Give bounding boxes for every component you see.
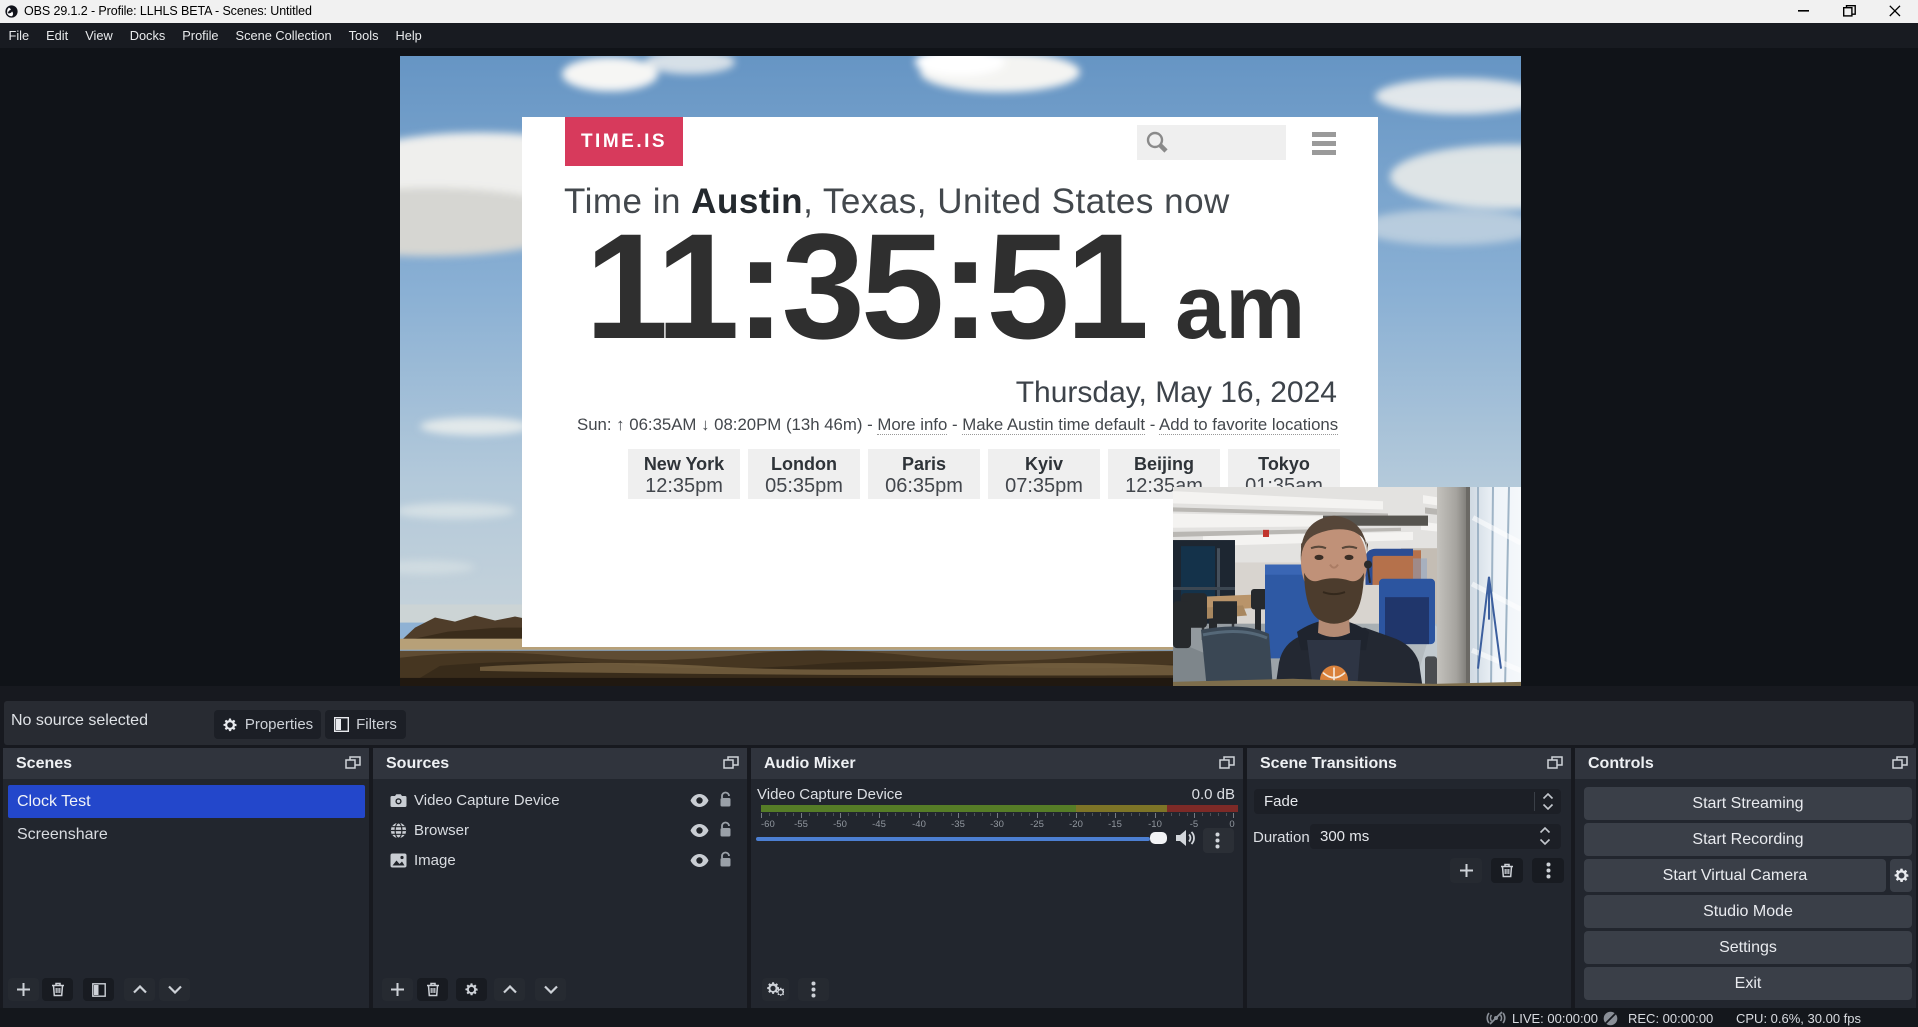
svg-text:0: 0 [1229, 819, 1234, 827]
svg-text:-35: -35 [951, 819, 965, 827]
svg-text:-25: -25 [1030, 819, 1044, 827]
svg-text:-50: -50 [833, 819, 847, 827]
svg-text:-45: -45 [872, 819, 886, 827]
svg-text:-55: -55 [794, 819, 808, 827]
svg-text:-60: -60 [761, 819, 775, 827]
svg-text:-5: -5 [1190, 819, 1198, 827]
svg-text:-10: -10 [1148, 819, 1162, 827]
svg-text:-20: -20 [1069, 819, 1083, 827]
svg-text:-15: -15 [1108, 819, 1122, 827]
svg-text:-40: -40 [912, 819, 926, 827]
svg-text:-30: -30 [990, 819, 1004, 827]
